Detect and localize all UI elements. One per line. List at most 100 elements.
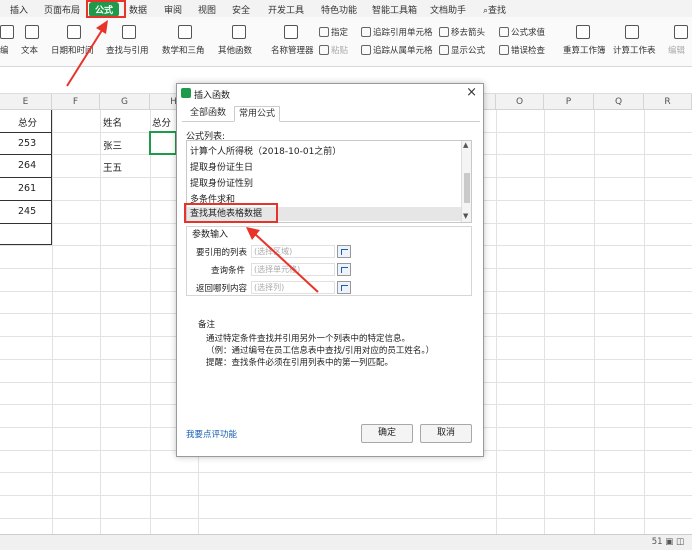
col-header-e[interactable]: E	[0, 94, 52, 110]
cell-g2[interactable]: 张三	[103, 138, 122, 152]
col-header-f[interactable]: F	[52, 94, 100, 110]
scroll-up-icon[interactable]: ▲	[463, 141, 468, 149]
scroll-down-icon[interactable]: ▼	[463, 212, 468, 220]
grid-line	[594, 110, 595, 534]
ribbon-calc-sheet[interactable]: 计算工作表	[613, 44, 656, 56]
ok-button[interactable]: 确定	[361, 424, 413, 443]
ribbon-recalc-workbook[interactable]: 重算工作簿	[563, 44, 606, 56]
cell-e3[interactable]: 264	[18, 160, 36, 171]
column-select-icon[interactable]	[337, 281, 351, 294]
wps-logo-icon	[181, 88, 191, 98]
math-icon	[178, 25, 192, 39]
note-line: 提醒：查找条件必须在引用列表中的第一列匹配。	[206, 358, 394, 368]
error-check-icon	[499, 45, 509, 55]
menu-search[interactable]: ⌕查找	[483, 3, 506, 16]
paste-name-button[interactable]: 粘贴	[319, 44, 348, 56]
ribbon-name-manager[interactable]: 名称管理器	[271, 44, 314, 56]
define-name-button[interactable]: 指定	[319, 26, 348, 38]
dialog-tabs: 全部函数 常用公式	[182, 106, 480, 122]
cell-h1[interactable]: 总分	[152, 115, 171, 129]
trace-dependents-button[interactable]: 追踪从属单元格	[361, 44, 433, 56]
cell-e5[interactable]: 245	[18, 206, 36, 217]
close-icon[interactable]: ×	[466, 85, 477, 100]
list-item[interactable]: 提取身份证生日	[190, 160, 253, 173]
tab-all-functions[interactable]: 全部函数	[186, 106, 230, 122]
menu-doc-assistant[interactable]: 文档助手	[430, 3, 466, 16]
note-line: （例：通过编号在员工信息表中查找/引用对应的员工姓名。）	[206, 346, 435, 356]
lookup-icon	[122, 25, 136, 39]
cell-e4[interactable]: 261	[18, 183, 36, 194]
dialog-title: 插入函数	[194, 91, 231, 101]
param-input-column[interactable]: (选择列)	[251, 281, 335, 294]
menu-developer[interactable]: 开发工具	[268, 3, 304, 16]
cell-e1[interactable]: 总分	[18, 115, 37, 129]
list-item[interactable]: 计算个人所得税（2018-10-01之前）	[190, 144, 341, 157]
trace-precedents-icon	[361, 27, 371, 37]
recalc-workbook-icon	[576, 25, 590, 39]
ribbon-datetime[interactable]: 日期和时间	[51, 44, 94, 56]
other-functions-icon	[232, 25, 246, 39]
define-icon	[319, 27, 329, 37]
evaluate-formula-button[interactable]: 公式求值	[499, 26, 545, 38]
range-select-icon[interactable]	[337, 245, 351, 258]
cancel-button[interactable]: 取消	[420, 424, 472, 443]
scroll-thumb[interactable]	[464, 173, 470, 203]
grid-line	[100, 110, 101, 534]
cell-e2[interactable]: 253	[18, 138, 36, 149]
ribbon-edit-partial[interactable]: 编	[0, 44, 9, 56]
ribbon-edit[interactable]: 编辑	[668, 44, 685, 56]
param-label-criteria: 查询条件	[211, 266, 246, 276]
cell-g3[interactable]: 王五	[103, 160, 122, 174]
table-border	[0, 132, 52, 133]
ribbon-text[interactable]: 文本	[21, 44, 38, 56]
feedback-link[interactable]: 我要点评功能	[186, 428, 237, 440]
param-input-criteria[interactable]: (选择单元格)	[251, 263, 335, 276]
col-header-g[interactable]: G	[100, 94, 150, 110]
table-border	[0, 177, 52, 178]
col-header-r[interactable]: R	[644, 94, 692, 110]
table-border	[0, 200, 52, 201]
ribbon: 编 文本 日期和时间 查找与引用 数学和三角 其他函数 名称管理器 指定 粘贴 …	[0, 17, 692, 67]
grid-line	[0, 472, 692, 473]
table-border	[0, 154, 52, 155]
menu-special[interactable]: 特色功能	[321, 3, 357, 16]
grid-line	[644, 110, 645, 534]
edit-icon	[674, 25, 688, 39]
list-scrollbar[interactable]: ▲ ▼	[461, 141, 471, 222]
remove-arrows-button[interactable]: 移去箭头	[439, 26, 485, 38]
error-checking-button[interactable]: 错误检查	[499, 44, 545, 56]
menu-smart-toolbox[interactable]: 智能工具箱	[372, 3, 417, 16]
ribbon-lookup[interactable]: 查找与引用	[106, 44, 149, 56]
note-line: 通过特定条件查找并引用另外一个列表中的特定信息。	[206, 334, 411, 344]
menu-view[interactable]: 视图	[198, 3, 216, 16]
col-header-p[interactable]: P	[544, 94, 594, 110]
list-item[interactable]: 提取身份证性别	[190, 176, 253, 189]
param-input-range[interactable]: (选择区域)	[251, 245, 335, 258]
params-group: 要引用的列表 (选择区域) 查询条件 (选择单元格) 返回哪列内容 (选择列)	[186, 226, 472, 296]
ribbon-math[interactable]: 数学和三角	[162, 44, 205, 56]
criteria-select-icon[interactable]	[337, 263, 351, 276]
highlight-box-formulas-tab	[86, 0, 126, 18]
menu-insert[interactable]: 插入	[10, 3, 28, 16]
date-icon	[67, 25, 81, 39]
dialog-titlebar[interactable]: 插入函数 ×	[177, 84, 483, 102]
col-header-o[interactable]: O	[496, 94, 544, 110]
grid-line	[52, 110, 53, 534]
menu-review[interactable]: 审阅	[164, 3, 182, 16]
menu-data[interactable]: 数据	[129, 3, 147, 16]
selected-cell[interactable]	[149, 131, 177, 155]
param-label-column: 返回哪列内容	[196, 284, 248, 294]
trace-precedents-button[interactable]: 追踪引用单元格	[361, 26, 433, 38]
col-header-q[interactable]: Q	[594, 94, 644, 110]
cell-g1[interactable]: 姓名	[103, 115, 122, 129]
ribbon-other-functions[interactable]: 其他函数	[218, 44, 252, 56]
name-manager-icon	[284, 25, 298, 39]
calc-sheet-icon	[625, 25, 639, 39]
status-text: 51 ▣ ◫	[651, 537, 684, 547]
text-icon	[25, 25, 39, 39]
menu-security[interactable]: 安全	[232, 3, 250, 16]
grid-line	[0, 495, 692, 496]
show-formulas-button[interactable]: 显示公式	[439, 44, 485, 56]
menu-page-layout[interactable]: 页面布局	[44, 3, 80, 16]
tab-common-formulas[interactable]: 常用公式	[234, 106, 281, 122]
